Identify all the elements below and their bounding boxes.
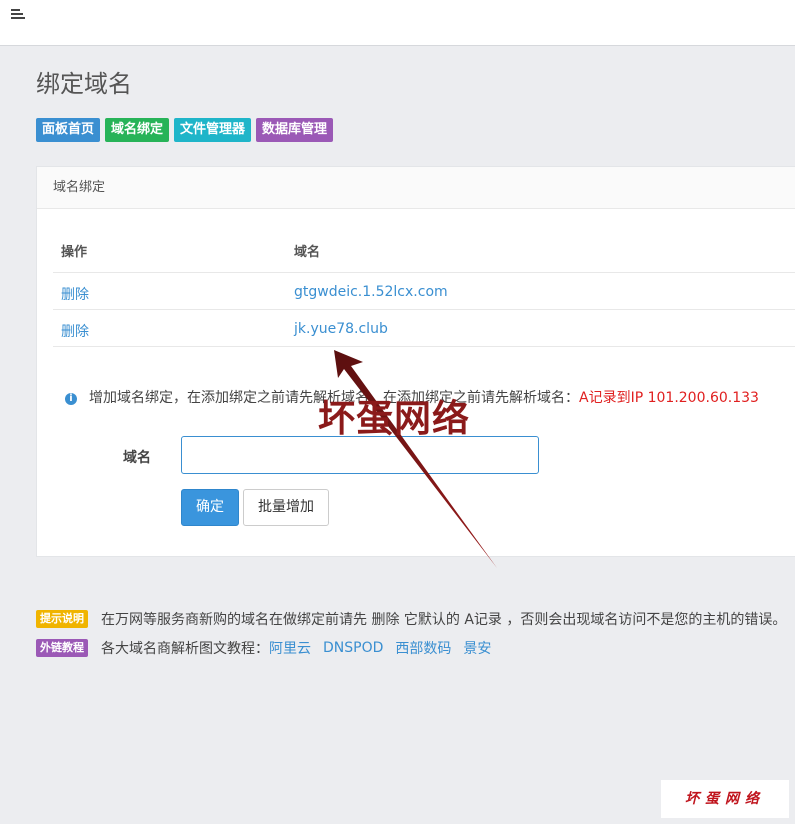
delete-link[interactable]: 删除	[61, 321, 89, 341]
link-aliyun[interactable]: 阿里云	[269, 638, 311, 658]
confirm-button[interactable]: 确定	[181, 489, 239, 526]
tutorial-note: 外链教程 各大域名商解析图文教程： 阿里云 DNSPOD 西部数码 景安	[36, 638, 786, 658]
panel-title: 域名绑定	[37, 167, 795, 209]
table-row: 删除 jk.yue78.club	[53, 310, 795, 347]
corner-logo: 坏蛋网络	[661, 780, 789, 818]
tutorial-text: 各大域名商解析图文教程：	[101, 641, 269, 657]
domain-binding-panel: 域名绑定 操作 域名 删除 gtgwdeic.1.52lcx.com 删除 jk…	[36, 166, 795, 557]
tip-note: 提示说明 在万网等服务商新购的域名在做绑定前请先 删除 它默认的 A记录 ，否则…	[36, 609, 786, 629]
domain-table: 操作 域名 删除 gtgwdeic.1.52lcx.com 删除 jk.yue7…	[53, 229, 795, 347]
file-manager-button[interactable]: 文件管理器	[174, 118, 252, 142]
hamburger-menu-icon[interactable]	[11, 9, 25, 19]
column-header-domain: 域名	[294, 245, 321, 260]
column-header-action: 操作	[61, 245, 88, 260]
notes-section: 提示说明 在万网等服务商新购的域名在做绑定前请先 删除 它默认的 A记录 ，否则…	[36, 609, 786, 667]
tip-text: 在万网等服务商新购的域名在做绑定前请先 删除 它默认的 A记录 ，否则会出现域名…	[101, 612, 787, 628]
tip-badge: 提示说明	[36, 610, 88, 628]
domain-binding-button[interactable]: 域名绑定	[105, 118, 170, 142]
link-west[interactable]: 西部数码	[395, 638, 451, 658]
domain-field-label: 域名	[123, 450, 151, 466]
link-jingan[interactable]: 景安	[463, 638, 491, 658]
panel-home-button[interactable]: 面板首页	[36, 118, 101, 142]
info-icon: i	[65, 393, 77, 405]
table-header-row: 操作 域名	[53, 229, 795, 273]
a-record-hint: A记录到IP 101.200.60.133	[579, 390, 759, 406]
bulk-add-button[interactable]: 批量增加	[243, 489, 329, 526]
domain-link[interactable]: gtgwdeic.1.52lcx.com	[294, 284, 448, 300]
domain-link[interactable]: jk.yue78.club	[294, 321, 388, 337]
nav-button-row: 面板首页 域名绑定 文件管理器 数据库管理	[36, 118, 334, 142]
page-title: 绑定域名	[36, 70, 132, 98]
table-row: 删除 gtgwdeic.1.52lcx.com	[53, 273, 795, 310]
top-bar	[0, 0, 795, 46]
tutorial-badge: 外链教程	[36, 639, 88, 657]
link-dnspod[interactable]: DNSPOD	[323, 640, 383, 656]
delete-link[interactable]: 删除	[61, 284, 89, 304]
database-manager-button[interactable]: 数据库管理	[256, 118, 334, 142]
watermark-text: 坏蛋网络	[318, 396, 470, 440]
